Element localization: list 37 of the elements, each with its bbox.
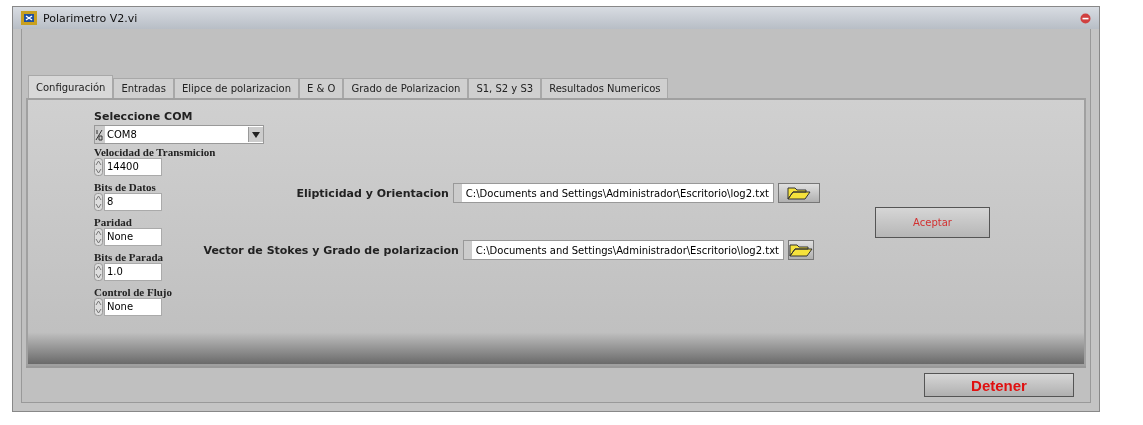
input-field[interactable]: 1.0 (104, 263, 162, 281)
tab[interactable]: Grado de Polarizacion (343, 78, 469, 98)
io-icon (95, 128, 103, 141)
path-label: Elipticidad y Orientacion (296, 186, 449, 200)
input-field[interactable]: 8 (104, 193, 162, 211)
path-field[interactable]: C:\Documents and Settings\Administrador\Escritorio\log2.txt (452, 183, 774, 203)
app-icon (21, 11, 37, 25)
field-label: Velocidad de Transmicion (94, 146, 217, 158)
spinner-icon[interactable] (94, 263, 103, 281)
tab[interactable]: Entradas (113, 78, 174, 98)
caret-icon (252, 131, 260, 138)
spinner-icon[interactable] (94, 228, 103, 246)
field-label: Seleccione COM (94, 110, 194, 123)
browse-button[interactable] (788, 240, 814, 260)
window-title: Polarimetro V2.vi (43, 11, 138, 25)
path-field[interactable]: C:\Documents and Settings\Administrador\Escritorio\log2.txt (462, 240, 784, 260)
spinner-icon[interactable] (94, 193, 103, 211)
field-label: Paridad (94, 216, 133, 228)
field-label: Control de Flujo (94, 286, 174, 298)
close-icon[interactable] (1080, 12, 1091, 24)
browse-button[interactable] (778, 183, 820, 203)
spinner-icon[interactable] (94, 158, 103, 176)
tab[interactable]: Resultados Numericos (541, 78, 669, 98)
folder-icon (787, 186, 811, 200)
tab[interactable]: S1, S2 y S3 (468, 78, 542, 98)
tab[interactable]: E & O (299, 78, 344, 98)
folder-icon (789, 243, 813, 257)
input-field[interactable]: None (104, 298, 162, 316)
input-field[interactable]: None (104, 228, 162, 246)
path-label: Vector de Stokes y Grado de polarizacion (203, 243, 459, 257)
tab[interactable]: Configuración (28, 75, 114, 98)
com-dropdown[interactable]: COM8 (94, 125, 264, 144)
field-label: Bits de Parada (94, 251, 165, 263)
input-field[interactable]: 14400 (104, 158, 162, 176)
tab[interactable]: Elipce de polarizacion (173, 78, 300, 98)
spinner-icon[interactable] (94, 298, 103, 316)
field-label: Bits de Datos (94, 181, 157, 193)
